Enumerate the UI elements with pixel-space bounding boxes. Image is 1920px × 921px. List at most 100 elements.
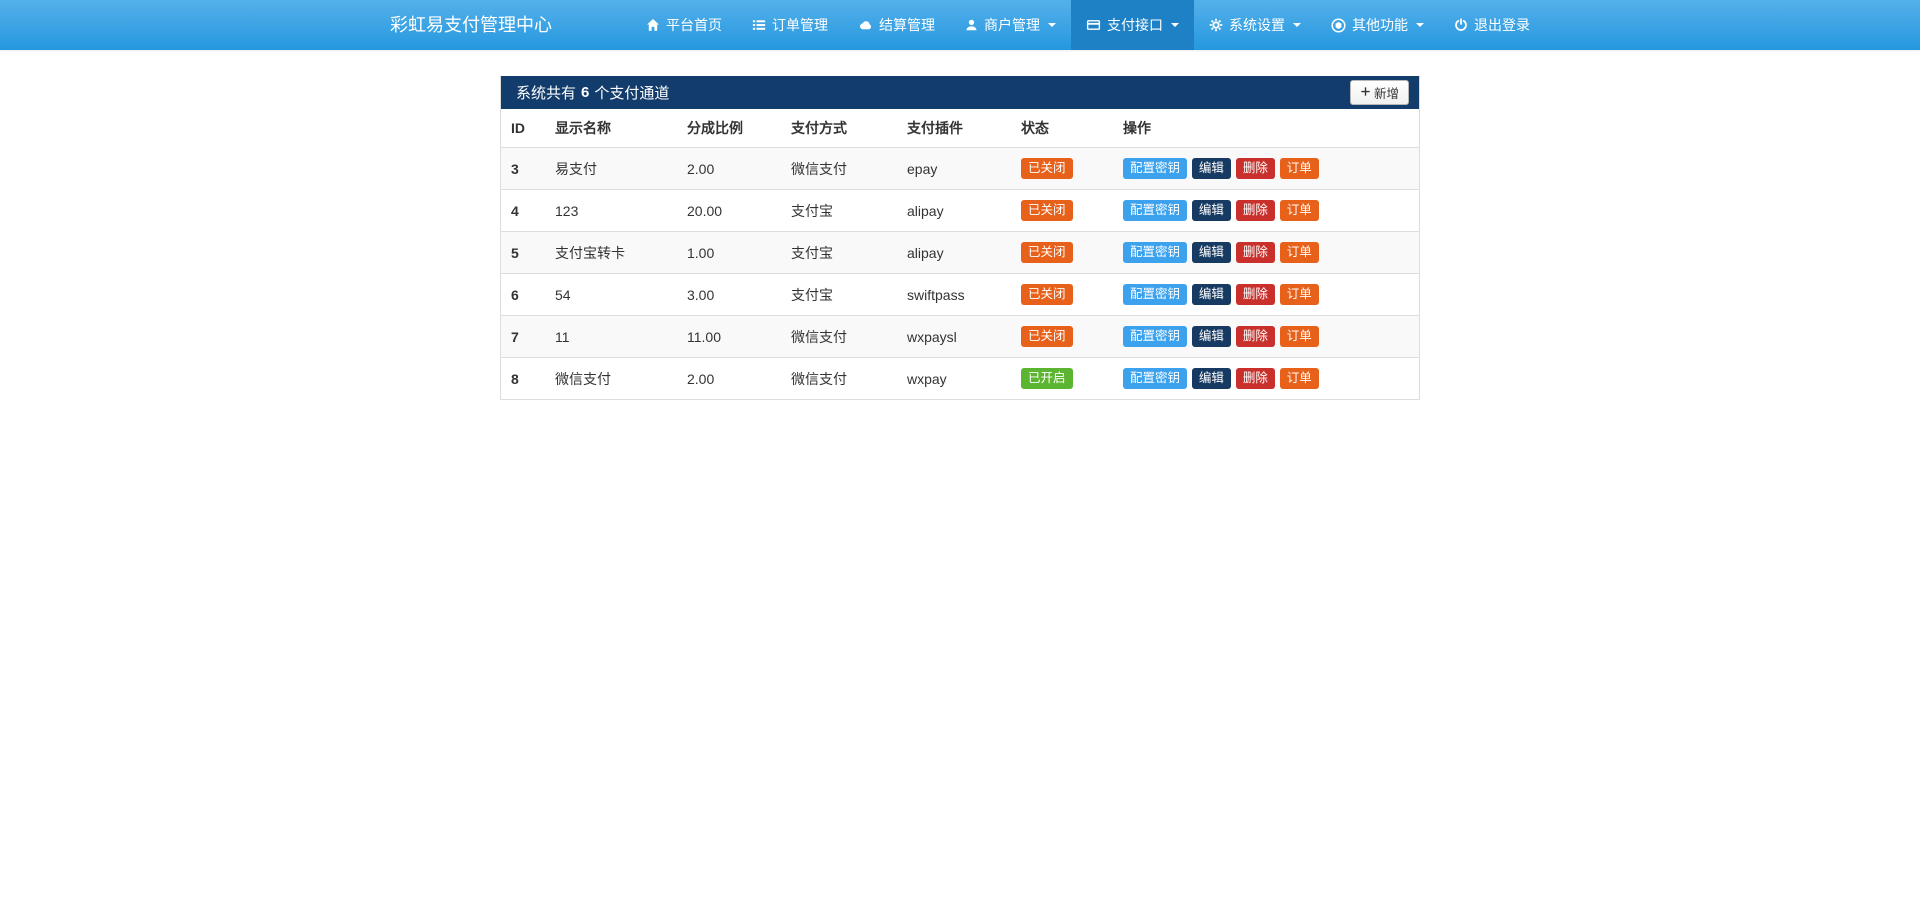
cell-name: 微信支付 [547, 358, 679, 400]
configure-key-button[interactable]: 配置密钥 [1123, 242, 1187, 263]
header-status: 状态 [1013, 109, 1115, 148]
chevron-down-icon [1048, 23, 1056, 27]
table-header-row: ID 显示名称 分成比例 支付方式 支付插件 状态 操作 [501, 109, 1419, 148]
top-navbar: 彩虹易支付管理中心 平台首页 订单管理 结算管理 商户管理 支付接 [0, 0, 1920, 50]
nav-item-label: 平台首页 [666, 15, 722, 35]
nav-item-label: 退出登录 [1474, 15, 1530, 35]
status-badge: 已关闭 [1021, 158, 1073, 179]
table-row: 5 支付宝转卡 1.00 支付宝 alipay 已关闭 配置密钥 编辑 删除 订… [501, 232, 1419, 274]
delete-button[interactable]: 删除 [1236, 284, 1275, 305]
delete-button[interactable]: 删除 [1236, 200, 1275, 221]
cell-plugin: alipay [899, 190, 1013, 232]
cell-status: 已关闭 [1013, 190, 1115, 232]
order-button[interactable]: 订单 [1280, 200, 1319, 221]
nav-item-platform-home[interactable]: 平台首页 [631, 0, 737, 50]
cell-plugin: wxpaysl [899, 316, 1013, 358]
cell-name: 54 [547, 274, 679, 316]
configure-key-button[interactable]: 配置密钥 [1123, 368, 1187, 389]
edit-button[interactable]: 编辑 [1192, 326, 1231, 347]
edit-button[interactable]: 编辑 [1192, 158, 1231, 179]
cell-id: 6 [501, 274, 547, 316]
cell-method: 支付宝 [783, 190, 899, 232]
nav-menu: 平台首页 订单管理 结算管理 商户管理 支付接口 [631, 0, 1545, 50]
nav-item-label: 其他功能 [1352, 15, 1408, 35]
panel-title-suffix: 个支付通道 [594, 82, 669, 103]
status-badge: 已关闭 [1021, 326, 1073, 347]
panel-title-prefix: 系统共有 [516, 82, 576, 103]
nav-item-other-functions[interactable]: 其他功能 [1316, 0, 1439, 50]
nav-item-logout[interactable]: 退出登录 [1439, 0, 1545, 50]
table-row: 3 易支付 2.00 微信支付 epay 已关闭 配置密钥 编辑 删除 订单 [501, 148, 1419, 190]
delete-button[interactable]: 删除 [1236, 368, 1275, 389]
cell-ratio: 20.00 [679, 190, 783, 232]
nav-item-merchant-management[interactable]: 商户管理 [950, 0, 1071, 50]
credit-card-icon [1086, 18, 1101, 32]
cell-plugin: alipay [899, 232, 1013, 274]
cell-ratio: 11.00 [679, 316, 783, 358]
nav-item-label: 商户管理 [984, 15, 1040, 35]
panel-header: 系统共有 6 个支付通道 新增 [501, 76, 1419, 109]
cell-id: 8 [501, 358, 547, 400]
header-actions: 操作 [1115, 109, 1419, 148]
order-button[interactable]: 订单 [1280, 326, 1319, 347]
order-button[interactable]: 订单 [1280, 284, 1319, 305]
add-button-label: 新增 [1374, 83, 1399, 102]
cell-actions: 配置密钥 编辑 删除 订单 [1115, 274, 1419, 316]
nav-item-payment-interface[interactable]: 支付接口 [1071, 0, 1194, 50]
cell-ratio: 2.00 [679, 148, 783, 190]
cell-id: 3 [501, 148, 547, 190]
brand-title[interactable]: 彩虹易支付管理中心 [375, 0, 567, 50]
delete-button[interactable]: 删除 [1236, 158, 1275, 179]
nav-item-system-settings[interactable]: 系统设置 [1194, 0, 1316, 50]
cell-method: 微信支付 [783, 358, 899, 400]
edit-button[interactable]: 编辑 [1192, 242, 1231, 263]
configure-key-button[interactable]: 配置密钥 [1123, 284, 1187, 305]
plus-icon [1360, 86, 1371, 100]
nav-item-settlement-management[interactable]: 结算管理 [843, 0, 950, 50]
cell-name: 支付宝转卡 [547, 232, 679, 274]
cell-status: 已关闭 [1013, 148, 1115, 190]
edit-button[interactable]: 编辑 [1192, 200, 1231, 221]
nav-item-label: 支付接口 [1107, 15, 1163, 35]
power-icon [1454, 18, 1468, 32]
cell-id: 4 [501, 190, 547, 232]
cell-status: 已关闭 [1013, 232, 1115, 274]
chevron-down-icon [1416, 23, 1424, 27]
configure-key-button[interactable]: 配置密钥 [1123, 326, 1187, 347]
order-button[interactable]: 订单 [1280, 368, 1319, 389]
edit-button[interactable]: 编辑 [1192, 284, 1231, 305]
cell-id: 7 [501, 316, 547, 358]
delete-button[interactable]: 删除 [1236, 326, 1275, 347]
cell-name: 11 [547, 316, 679, 358]
order-button[interactable]: 订单 [1280, 242, 1319, 263]
table-row: 4 123 20.00 支付宝 alipay 已关闭 配置密钥 编辑 删除 订单 [501, 190, 1419, 232]
cell-status: 已关闭 [1013, 274, 1115, 316]
cell-method: 支付宝 [783, 274, 899, 316]
cell-actions: 配置密钥 编辑 删除 订单 [1115, 358, 1419, 400]
add-channel-button[interactable]: 新增 [1350, 80, 1409, 105]
cell-plugin: epay [899, 148, 1013, 190]
cell-ratio: 1.00 [679, 232, 783, 274]
cell-actions: 配置密钥 编辑 删除 订单 [1115, 190, 1419, 232]
cell-ratio: 2.00 [679, 358, 783, 400]
nav-item-order-management[interactable]: 订单管理 [737, 0, 843, 50]
status-badge: 已关闭 [1021, 200, 1073, 221]
nav-item-label: 系统设置 [1229, 15, 1285, 35]
header-id: ID [501, 109, 547, 148]
cloud-icon [858, 18, 873, 32]
header-plugin: 支付插件 [899, 109, 1013, 148]
status-badge: 已关闭 [1021, 284, 1073, 305]
cube-icon [1331, 18, 1346, 33]
nav-item-label: 订单管理 [772, 15, 828, 35]
delete-button[interactable]: 删除 [1236, 242, 1275, 263]
panel-title: 系统共有 6 个支付通道 [516, 82, 669, 103]
gear-icon [1209, 18, 1223, 32]
cell-name: 易支付 [547, 148, 679, 190]
nav-item-label: 结算管理 [879, 15, 935, 35]
configure-key-button[interactable]: 配置密钥 [1123, 200, 1187, 221]
order-button[interactable]: 订单 [1280, 158, 1319, 179]
configure-key-button[interactable]: 配置密钥 [1123, 158, 1187, 179]
cell-id: 5 [501, 232, 547, 274]
table-row: 7 11 11.00 微信支付 wxpaysl 已关闭 配置密钥 编辑 删除 订… [501, 316, 1419, 358]
edit-button[interactable]: 编辑 [1192, 368, 1231, 389]
